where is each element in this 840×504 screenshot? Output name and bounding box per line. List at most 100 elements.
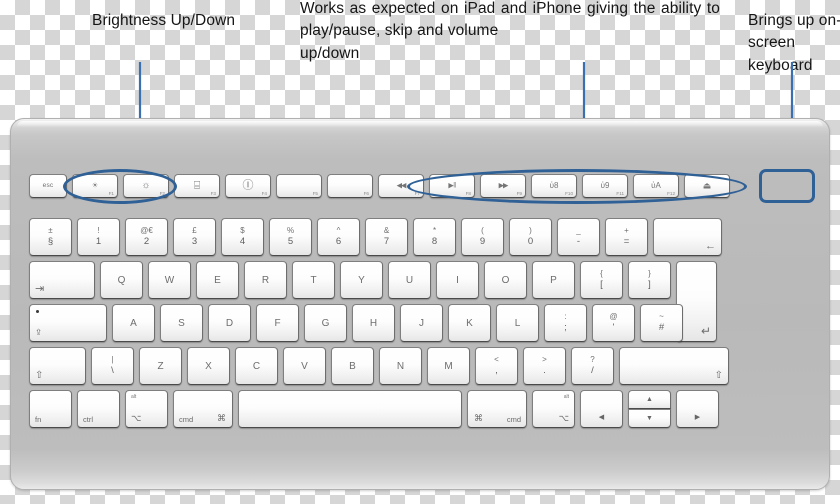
key-fast-forward[interactable]: ▶▶ F9	[480, 174, 526, 198]
key-delete[interactable]: ←	[653, 218, 722, 256]
key-f6[interactable]: F6	[327, 174, 373, 198]
key-space[interactable]	[238, 390, 462, 428]
key-9[interactable]: ( 9	[461, 218, 504, 256]
key-j[interactable]: J	[400, 304, 443, 342]
key-alt-right[interactable]: alt ⌥	[532, 390, 575, 428]
key-f5[interactable]: F5	[276, 174, 322, 198]
key-volume-up[interactable]: ὐA F12	[633, 174, 679, 198]
key-eject[interactable]: ⏏	[684, 174, 730, 198]
key-period[interactable]: > .	[523, 347, 566, 385]
key-fn[interactable]: fn	[29, 390, 72, 428]
key-bracket-right-lower: ]	[648, 278, 651, 290]
key-arrow-left[interactable]: ◀	[580, 390, 623, 428]
key-c[interactable]: C	[235, 347, 278, 385]
key-volume-down[interactable]: ὐ9 F11	[582, 174, 628, 198]
key-hash-upper: ~	[659, 312, 664, 322]
key-o[interactable]: O	[484, 261, 527, 299]
key-f-label: F	[274, 317, 281, 329]
key-1[interactable]: ! 1	[77, 218, 120, 256]
key-x-label: X	[205, 360, 212, 372]
arrow-updown-stack: ▲ ▼	[628, 390, 671, 428]
key-m[interactable]: M	[427, 347, 470, 385]
key-u[interactable]: U	[388, 261, 431, 299]
key-bracket-right[interactable]: } ]	[628, 261, 671, 299]
key-2[interactable]: @€ 2	[125, 218, 168, 256]
key-mute[interactable]: ὐ8 F10	[531, 174, 577, 198]
key-s[interactable]: S	[160, 304, 203, 342]
key-0[interactable]: ) 0	[509, 218, 552, 256]
key-r[interactable]: R	[244, 261, 287, 299]
key-c-label: C	[252, 360, 261, 372]
fast-forward-icon: ▶▶	[498, 182, 509, 190]
key-a[interactable]: A	[112, 304, 155, 342]
key-k[interactable]: K	[448, 304, 491, 342]
key-arrow-down[interactable]: ▼	[628, 409, 671, 428]
key-cmd-right-label: cmd	[506, 415, 521, 424]
key-backslash-lower: \	[111, 364, 114, 376]
key-arrow-right[interactable]: ▶	[676, 390, 719, 428]
key-shift-left[interactable]: ⇧	[29, 347, 86, 385]
key-y[interactable]: Y	[340, 261, 383, 299]
key-f[interactable]: F	[256, 304, 299, 342]
key-4-upper: $	[240, 226, 245, 236]
shift-row: ⇧ | \ Z X C V B N M < , > . ? / ⇧	[29, 347, 729, 385]
key-esc[interactable]: esc	[29, 174, 67, 198]
key-comma-upper: <	[494, 355, 499, 365]
key-z[interactable]: Z	[139, 347, 182, 385]
key-expose[interactable]: ⌸ F3	[174, 174, 220, 198]
key-v-label: V	[301, 360, 308, 372]
key-dashboard[interactable]: Ⓘ F4	[225, 174, 271, 198]
key-7[interactable]: & 7	[365, 218, 408, 256]
key-section[interactable]: ± §	[29, 218, 72, 256]
key-q[interactable]: Q	[100, 261, 143, 299]
volume-down-icon: ὐ9	[600, 181, 610, 190]
key-bracket-left[interactable]: { [	[580, 261, 623, 299]
key-e-label: E	[214, 274, 221, 286]
key-arrow-up[interactable]: ▲	[628, 390, 671, 409]
key-p[interactable]: P	[532, 261, 575, 299]
key-e[interactable]: E	[196, 261, 239, 299]
key-h[interactable]: H	[352, 304, 395, 342]
annotation-media-text-last: up/down	[300, 44, 360, 62]
key-b-label: B	[349, 360, 356, 372]
key-w[interactable]: W	[148, 261, 191, 299]
key-hash[interactable]: ~ #	[640, 304, 683, 342]
key-quote[interactable]: @ '	[592, 304, 635, 342]
key-rewind[interactable]: ◀◀ F7	[378, 174, 424, 198]
key-play-pause[interactable]: ▶‖ F8	[429, 174, 475, 198]
key-x[interactable]: X	[187, 347, 230, 385]
key-caps-lock[interactable]: ⇪	[29, 304, 107, 342]
key-8[interactable]: * 8	[413, 218, 456, 256]
key-minus[interactable]: _ -	[557, 218, 600, 256]
key-t[interactable]: T	[292, 261, 335, 299]
key-n[interactable]: N	[379, 347, 422, 385]
key-tab[interactable]: ⇥	[29, 261, 95, 299]
key-5[interactable]: % 5	[269, 218, 312, 256]
key-cmd-right[interactable]: ⌘ cmd	[467, 390, 527, 428]
key-ctrl[interactable]: ctrl	[77, 390, 120, 428]
key-d[interactable]: D	[208, 304, 251, 342]
key-i[interactable]: I	[436, 261, 479, 299]
key-4[interactable]: $ 4	[221, 218, 264, 256]
key-f7-number: F7	[414, 191, 420, 196]
key-b[interactable]: B	[331, 347, 374, 385]
key-3[interactable]: £ 3	[173, 218, 216, 256]
key-brightness-down[interactable]: ☀ F1	[72, 174, 118, 198]
key-6[interactable]: ^ 6	[317, 218, 360, 256]
key-f5-number: F5	[312, 191, 318, 196]
key-v[interactable]: V	[283, 347, 326, 385]
key-shift-right[interactable]: ⇧	[619, 347, 729, 385]
key-alt-left[interactable]: alt ⌥	[125, 390, 168, 428]
key-quote-lower: '	[612, 321, 615, 333]
key-cmd-left[interactable]: cmd ⌘	[173, 390, 233, 428]
key-l[interactable]: L	[496, 304, 539, 342]
enter-icon: ↵	[700, 324, 711, 338]
key-equals[interactable]: + =	[605, 218, 648, 256]
key-slash[interactable]: ? /	[571, 347, 614, 385]
key-comma[interactable]: < ,	[475, 347, 518, 385]
key-g[interactable]: G	[304, 304, 347, 342]
key-semicolon[interactable]: : ;	[544, 304, 587, 342]
key-backslash[interactable]: | \	[91, 347, 134, 385]
key-brightness-up[interactable]: ☼ F2	[123, 174, 169, 198]
key-t-label: T	[310, 274, 317, 286]
